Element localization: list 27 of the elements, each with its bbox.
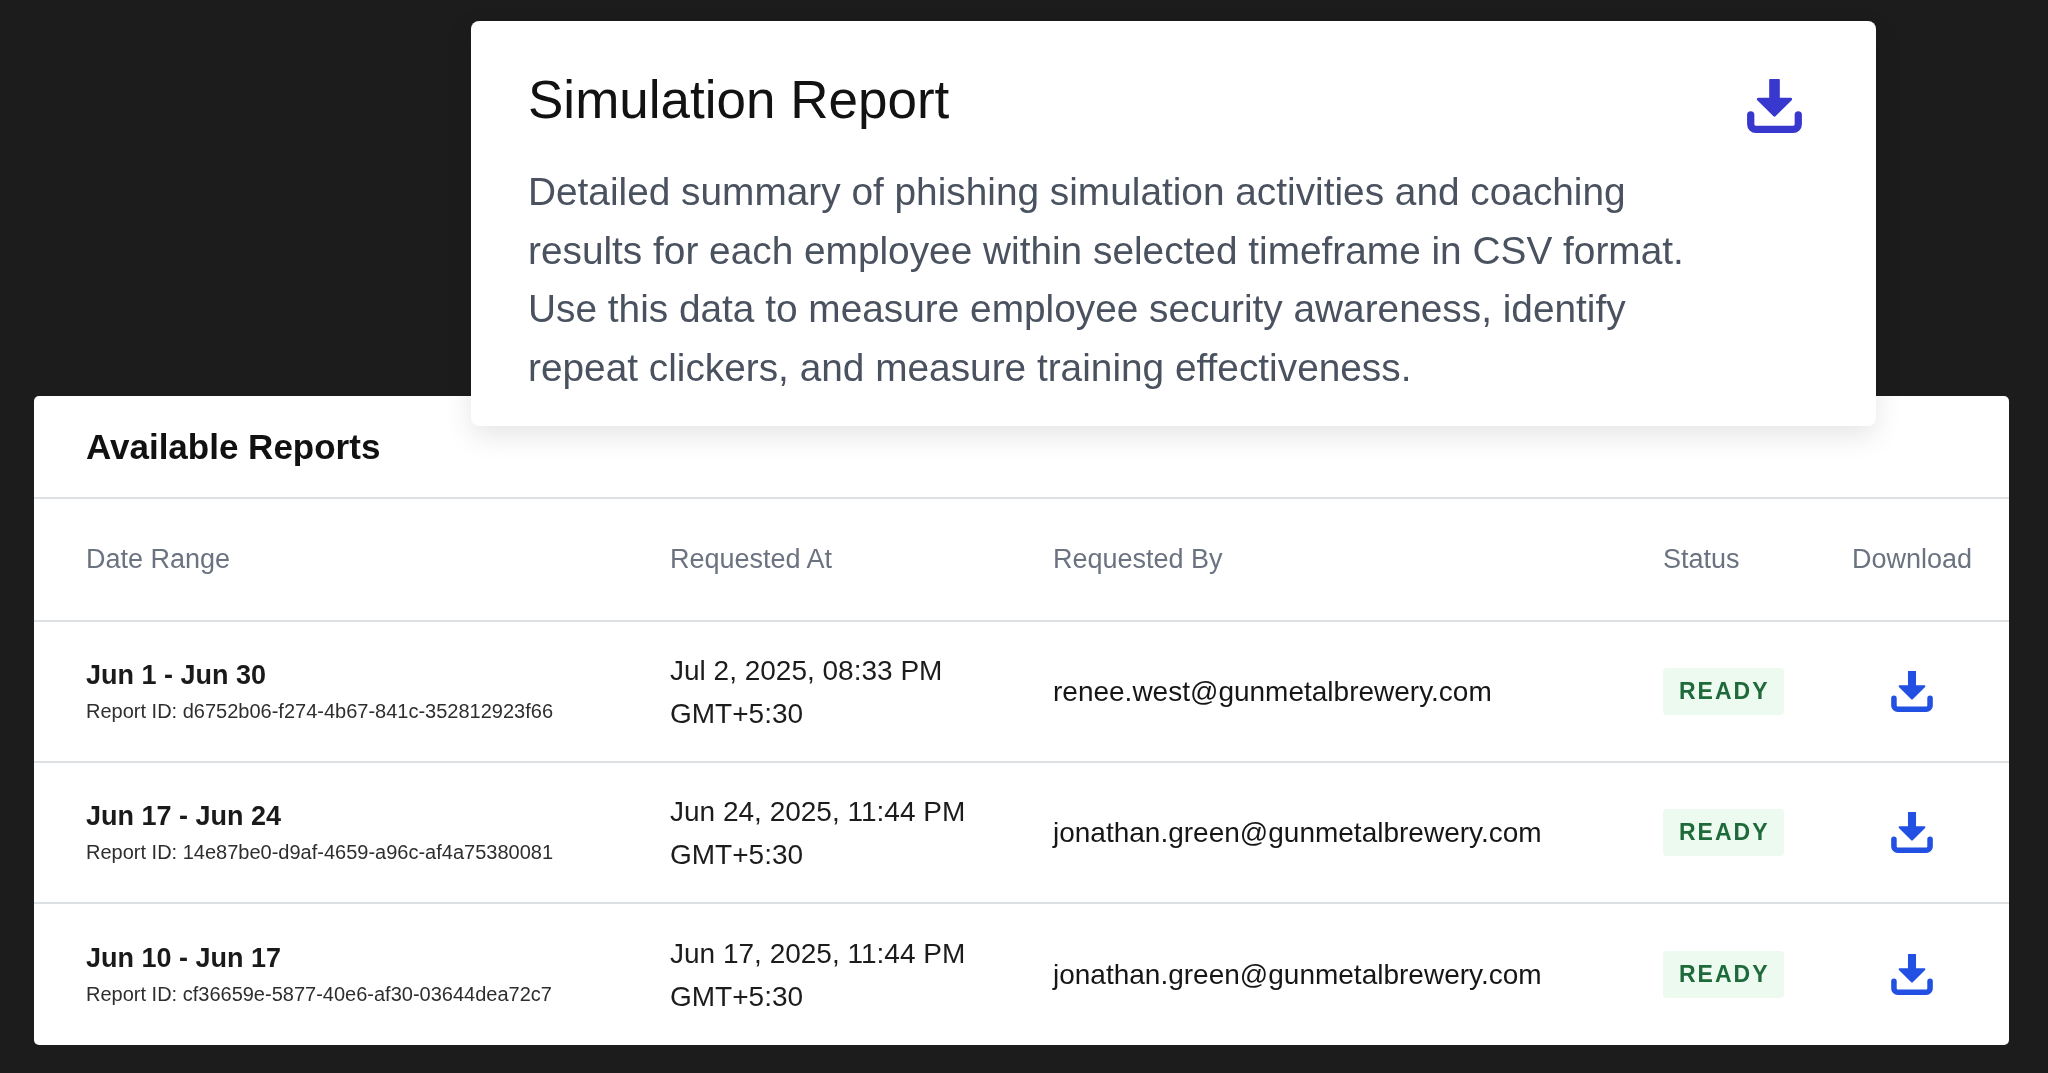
download-icon[interactable] (1891, 812, 1933, 853)
panel-title: Available Reports (86, 426, 381, 467)
request-time: Jul 2, 2025, 08:33 PM GMT+5:30 (670, 653, 944, 731)
status-badge: READY (1663, 809, 1784, 856)
date-range: Jun 17 - Jun 24 (86, 801, 282, 832)
column-header: Download (1851, 544, 1973, 575)
report-title: Simulation Report (528, 69, 950, 131)
date-range: Jun 10 - Jun 17 (86, 943, 282, 974)
download-icon[interactable] (1891, 671, 1933, 712)
requester-email: renee.west@gunmetalbrewery.com (1053, 675, 1492, 708)
download-icon[interactable] (1891, 954, 1933, 995)
report-id: Report ID: cf36659e-5877-40e6-af30-03644dea72c7 (86, 983, 552, 1006)
column-header: Date Range (86, 544, 231, 575)
request-time: Jun 24, 2025, 11:44 PM GMT+5:30 (670, 794, 967, 872)
download-icon[interactable] (1747, 79, 1802, 133)
column-header: Requested At (670, 544, 833, 575)
report-description: Detailed summary of phishing simulation activities and coaching results for each employee within selected timeframe in CSV format. Use this data to measure employee security awareness, identify repeat clickers, and measure training effectiveness. (528, 169, 1685, 391)
column-header: Requested By (1053, 544, 1223, 575)
report-id: Report ID: 14e87be0-d9af-4659-a96c-af4a75380081 (86, 841, 554, 864)
column-header: Status (1663, 544, 1740, 575)
status-badge: READY (1663, 668, 1784, 715)
status-badge: READY (1663, 951, 1784, 998)
date-range: Jun 1 - Jun 30 (86, 660, 267, 691)
requester-email: jonathan.green@gunmetalbrewery.com (1053, 958, 1542, 991)
report-id: Report ID: d6752b06-f274-4b67-841c-352812923f66 (86, 700, 554, 723)
requester-email: jonathan.green@gunmetalbrewery.com (1053, 816, 1542, 849)
request-time: Jun 17, 2025, 11:44 PM GMT+5:30 (670, 936, 967, 1014)
